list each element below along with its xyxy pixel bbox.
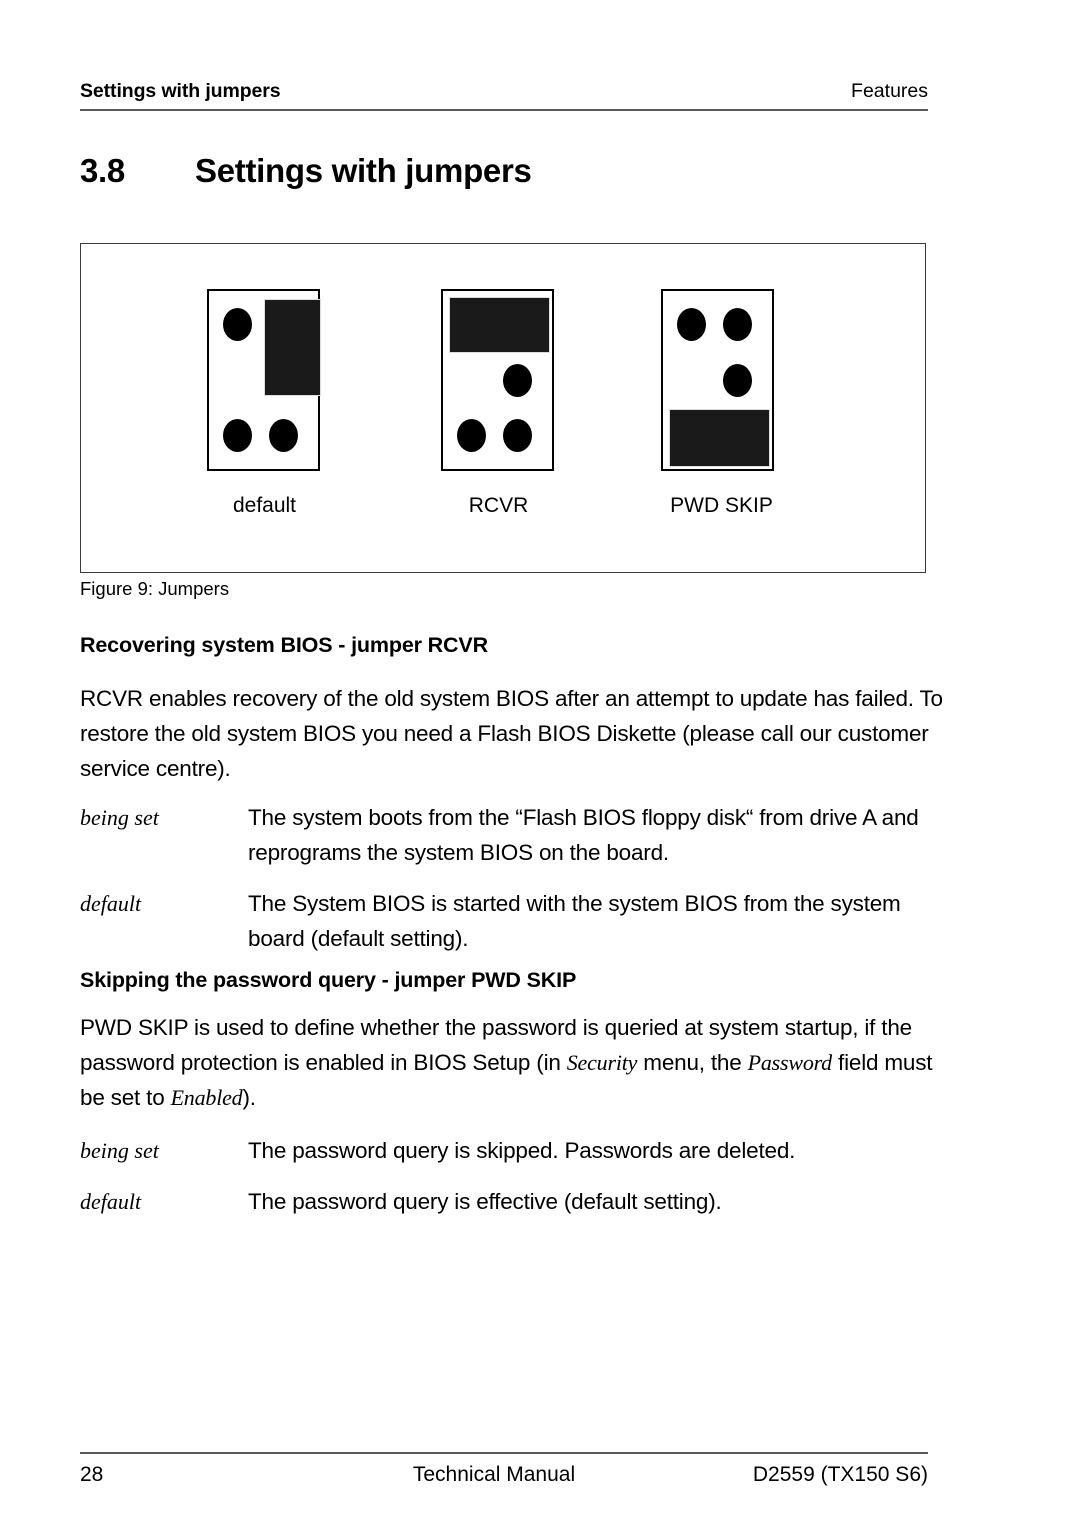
definition-description: The System BIOS is started with the syst… <box>248 891 901 951</box>
jumper-pin <box>677 308 706 341</box>
jumper-label-row: default RCVR PWD SKIP <box>81 494 927 524</box>
paragraph-text-segment: menu, the <box>637 1050 748 1075</box>
jumper-pin <box>223 308 252 341</box>
jumper-label-default: default <box>232 494 297 517</box>
jumper-label-pwd-skip: PWD SKIP <box>670 494 773 517</box>
jumper-label-rcvr: RCVR <box>468 494 529 517</box>
running-header: Settings with jumpers Features <box>80 80 928 111</box>
footer-document-title: Technical Manual <box>412 1463 576 1486</box>
definition-row: default The password query is effective … <box>80 1184 950 1219</box>
jumper-pin <box>457 419 486 452</box>
definition-description: The password query is skipped. Passwords… <box>248 1138 796 1163</box>
subheading-pwd-skip: Skipping the password query - jumper PWD… <box>80 968 577 992</box>
manual-page: Settings with jumpers Features 3.8 Setti… <box>0 0 1080 1526</box>
subheading-rcvr: Recovering system BIOS - jumper RCVR <box>80 633 488 657</box>
figure-caption: Figure 9: Jumpers <box>80 578 230 599</box>
paragraph-pwd-skip: PWD SKIP is used to define whether the p… <box>80 1010 946 1115</box>
jumper-pin <box>503 419 532 452</box>
page-footer: 28 Technical Manual D2559 (TX150 S6) <box>80 1452 928 1487</box>
page-title: 3.8 Settings with jumpers <box>80 152 940 190</box>
jumper-pin <box>269 419 298 452</box>
section-number: 3.8 <box>80 152 125 189</box>
jumper-pin <box>503 364 532 397</box>
jumper-pin <box>723 364 752 397</box>
definition-term: default <box>80 891 142 916</box>
jumper-cap <box>449 297 550 353</box>
jumper-block-rcvr <box>441 289 554 471</box>
header-section-title: Settings with jumpers <box>80 80 281 102</box>
definition-term: default <box>80 1189 142 1214</box>
jumper-diagram-row <box>81 289 927 479</box>
emphasis-password: Password <box>747 1050 833 1075</box>
definition-row: default The System BIOS is started with … <box>80 886 950 956</box>
jumper-pin <box>723 308 752 341</box>
emphasis-enabled: Enabled <box>170 1085 243 1110</box>
footer-document-id: D2559 (TX150 S6) <box>752 1463 928 1486</box>
paragraph-text-segment: ). <box>242 1085 256 1110</box>
jumper-cap <box>264 299 321 396</box>
definition-list-rcvr: being set The system boots from the “Fla… <box>80 800 950 972</box>
definition-row: being set The password query is skipped.… <box>80 1133 950 1168</box>
emphasis-security: Security <box>566 1050 638 1075</box>
jumper-block-pwd-skip <box>661 289 774 471</box>
header-chapter-title: Features <box>851 80 928 102</box>
figure-jumpers: default RCVR PWD SKIP <box>80 243 926 573</box>
section-title: Settings with jumpers <box>195 152 532 189</box>
definition-row: being set The system boots from the “Fla… <box>80 800 950 870</box>
paragraph-rcvr: RCVR enables recovery of the old system … <box>80 686 943 781</box>
definition-description: The password query is effective (default… <box>248 1189 722 1214</box>
definition-list-pwd-skip: being set The password query is skipped.… <box>80 1133 950 1235</box>
footer-page-number: 28 <box>80 1463 104 1486</box>
jumper-cap <box>669 409 770 467</box>
definition-description: The system boots from the “Flash BIOS fl… <box>248 805 919 865</box>
jumper-block-default <box>207 289 321 471</box>
definition-term: being set <box>80 805 159 830</box>
jumper-pin <box>223 419 252 452</box>
definition-term: being set <box>80 1138 159 1163</box>
